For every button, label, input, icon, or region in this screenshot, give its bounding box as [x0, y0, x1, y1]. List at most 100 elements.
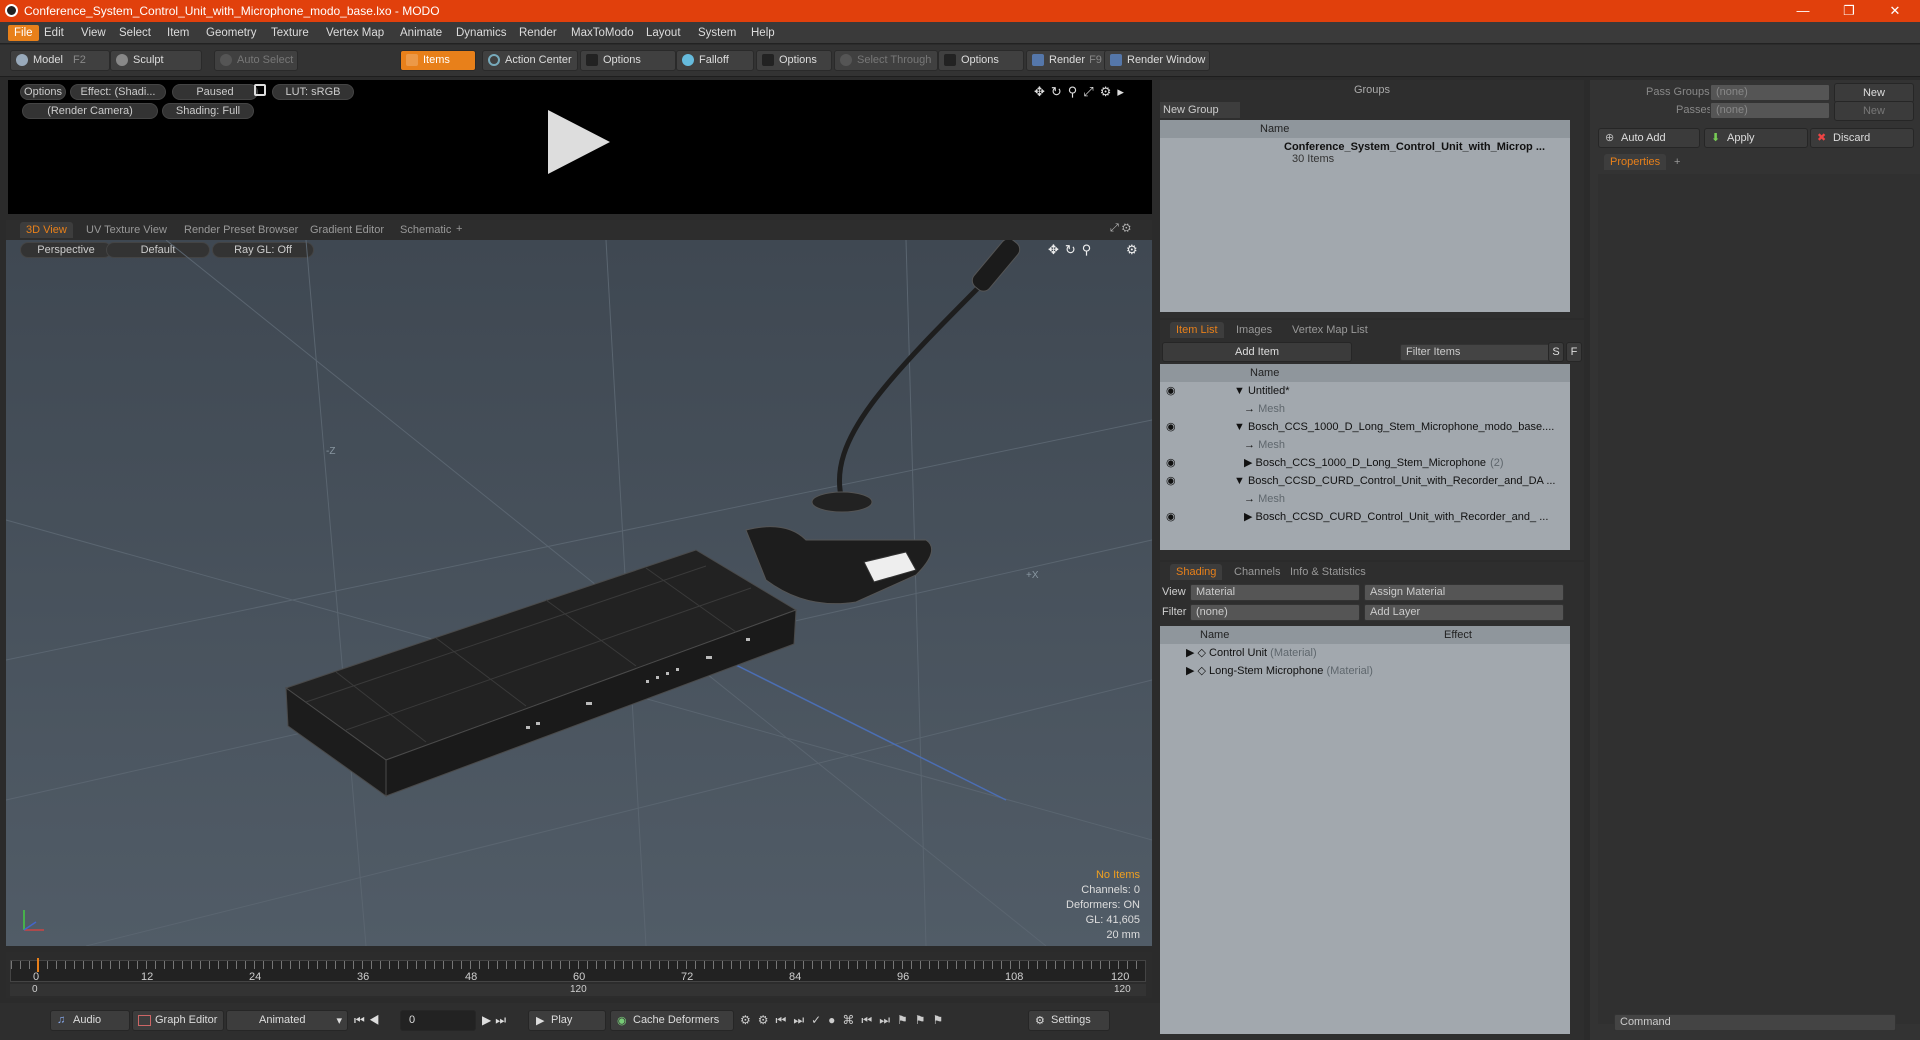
- menu-system[interactable]: System: [692, 25, 742, 41]
- new-pass-group-button[interactable]: New: [1834, 83, 1914, 103]
- action-center-options-button[interactable]: Options: [580, 50, 676, 71]
- visibility-eye-icon[interactable]: ◉: [1166, 418, 1176, 436]
- menu-file[interactable]: File: [8, 25, 39, 41]
- falloff-options-button[interactable]: Options: [756, 50, 832, 71]
- groups-list[interactable]: Name Conference_System_Control_Unit_with…: [1160, 120, 1570, 312]
- expand-right-icon[interactable]: ▶: [1244, 511, 1256, 523]
- menu-render[interactable]: Render: [513, 25, 563, 41]
- select-through-button[interactable]: Select Through: [834, 50, 938, 71]
- play-button[interactable]: ▶ Play: [528, 1010, 606, 1031]
- close-button[interactable]: ✕: [1872, 0, 1918, 22]
- menu-texture[interactable]: Texture: [265, 25, 315, 41]
- paused-button[interactable]: Paused: [172, 84, 258, 100]
- menu-animate[interactable]: Animate: [394, 25, 448, 41]
- tab-channels[interactable]: Channels: [1228, 564, 1286, 580]
- item-row[interactable]: → Mesh: [1160, 490, 1570, 508]
- tab-item-list[interactable]: Item List: [1170, 322, 1224, 338]
- apply-button[interactable]: ⬇ Apply: [1704, 128, 1808, 148]
- lut-dropdown[interactable]: LUT: sRGB: [272, 84, 354, 100]
- shading-dropdown[interactable]: Shading: Full: [162, 103, 254, 119]
- new-group-button[interactable]: New Group: [1160, 102, 1240, 118]
- items-mode-button[interactable]: Items: [400, 50, 476, 71]
- transport-forward-icons[interactable]: ▶⏭: [482, 1013, 510, 1028]
- preview-nav-icons[interactable]: ✥↻⚲⤢⚙▸: [1034, 84, 1130, 100]
- shader-name-column[interactable]: Name: [1200, 626, 1229, 644]
- expand-right-icon[interactable]: →: [1244, 493, 1258, 505]
- minimize-button[interactable]: —: [1780, 0, 1826, 22]
- visibility-eye-icon[interactable]: ◉: [1166, 472, 1176, 490]
- tab-properties[interactable]: Properties: [1604, 154, 1667, 170]
- view-dropdown[interactable]: Material: [1190, 584, 1360, 601]
- maximize-button[interactable]: ❐: [1826, 0, 1872, 22]
- frame-input[interactable]: 0: [400, 1010, 476, 1031]
- shader-tree[interactable]: Name Effect ▶ ◇ Control Unit (Material) …: [1160, 626, 1570, 1034]
- tab-3d-view[interactable]: 3D View: [20, 222, 73, 238]
- expand-down-icon[interactable]: ▼: [1234, 421, 1248, 433]
- playhead[interactable]: [37, 958, 39, 972]
- item-row[interactable]: ◉ ▶ Bosch_CCS_1000_D_Long_Stem_Microphone…: [1160, 454, 1570, 472]
- menu-vertex-map[interactable]: Vertex Map: [320, 25, 390, 41]
- menu-maxtomodo[interactable]: MaxToModo: [565, 25, 640, 41]
- filter-dropdown[interactable]: (none): [1190, 604, 1360, 621]
- range-bar[interactable]: 0 120 120: [10, 984, 1146, 996]
- visibility-eye-icon[interactable]: ◉: [1166, 454, 1176, 472]
- tab-images[interactable]: Images: [1230, 322, 1278, 338]
- add-layer-dropdown[interactable]: Add Layer: [1364, 604, 1564, 621]
- render-preview[interactable]: Options Effect: (Shadi... Paused LUT: sR…: [8, 80, 1152, 214]
- tab-info-statistics[interactable]: Info & Statistics: [1284, 564, 1372, 580]
- menu-view[interactable]: View: [75, 25, 112, 41]
- add-item-button[interactable]: Add Item: [1162, 342, 1352, 362]
- viewport-maximize-icon[interactable]: ⤢ ⚙: [1110, 222, 1131, 235]
- menu-layout[interactable]: Layout: [640, 25, 687, 41]
- shader-row[interactable]: ▶ ◇ Control Unit (Material): [1160, 644, 1570, 662]
- action-center-button[interactable]: Action Center: [482, 50, 578, 71]
- sculpt-mode-button[interactable]: Sculpt: [110, 50, 202, 71]
- expand-down-icon[interactable]: ▼: [1234, 385, 1248, 397]
- expand-right-icon[interactable]: →: [1244, 403, 1258, 415]
- expand-right-icon[interactable]: →: [1244, 439, 1258, 451]
- menu-help[interactable]: Help: [745, 25, 781, 41]
- effect-dropdown[interactable]: Effect: (Shadi...: [70, 84, 166, 100]
- menu-item[interactable]: Item: [161, 25, 195, 41]
- timeline[interactable]: 0 12 24 36 48 60 72 84 96 108 120 0 120 …: [6, 952, 1152, 998]
- new-pass-button[interactable]: New: [1834, 101, 1914, 121]
- visibility-eye-icon[interactable]: ◉: [1166, 508, 1176, 526]
- assign-material-button[interactable]: Assign Material: [1364, 584, 1564, 601]
- auto-select-button[interactable]: Auto Select: [214, 50, 298, 71]
- tab-render-preset-browser[interactable]: Render Preset Browser: [178, 222, 304, 238]
- lock-icon[interactable]: [254, 84, 266, 96]
- item-row[interactable]: ◉ ▼ Bosch_CCSD_CURD_Control_Unit_with_Rec…: [1160, 472, 1570, 490]
- tab-uv-texture-view[interactable]: UV Texture View: [80, 222, 173, 238]
- tab-gradient-editor[interactable]: Gradient Editor: [304, 222, 390, 238]
- tab-schematic[interactable]: Schematic: [394, 222, 457, 238]
- menu-edit[interactable]: Edit: [38, 25, 70, 41]
- discard-button[interactable]: ✖ Discard: [1810, 128, 1914, 148]
- shader-row[interactable]: ▶ ◇ Long-Stem Microphone (Material): [1160, 662, 1570, 680]
- transport-back-icons[interactable]: ⏮◀: [354, 1013, 384, 1028]
- animated-dropdown[interactable]: Animated ▾: [226, 1010, 348, 1031]
- menu-geometry[interactable]: Geometry: [200, 25, 263, 41]
- item-name-column[interactable]: Name: [1160, 364, 1570, 382]
- item-row[interactable]: ◉ ▼ Bosch_CCS_1000_D_Long_Stem_Microphone…: [1160, 418, 1570, 436]
- item-row[interactable]: → Mesh: [1160, 400, 1570, 418]
- menu-select[interactable]: Select: [113, 25, 157, 41]
- falloff-button[interactable]: Falloff: [676, 50, 754, 71]
- tab-shading[interactable]: Shading: [1170, 564, 1223, 580]
- graph-editor-button[interactable]: Graph Editor: [132, 1010, 224, 1031]
- model-mode-button[interactable]: Model F2: [10, 50, 110, 71]
- render-window-button[interactable]: Render Window: [1104, 50, 1210, 71]
- passes-dropdown[interactable]: (none): [1710, 102, 1830, 119]
- filter-items-input[interactable]: Filter Items: [1400, 344, 1560, 361]
- key-tool-icons[interactable]: ⚙⚙⏮⏭✓●⌘⏮⏭⚑⚑⚑: [740, 1013, 950, 1028]
- add-tab-icon[interactable]: +: [456, 223, 462, 235]
- auto-add-button[interactable]: ⊕ Auto Add: [1598, 128, 1700, 148]
- f-button[interactable]: F: [1566, 342, 1582, 362]
- item-row[interactable]: → Mesh: [1160, 436, 1570, 454]
- render-button[interactable]: Render F9: [1026, 50, 1108, 71]
- tab-vertex-map-list[interactable]: Vertex Map List: [1286, 322, 1374, 338]
- expand-right-icon[interactable]: ▶: [1244, 457, 1256, 469]
- add-tab-icon[interactable]: +: [1674, 156, 1680, 168]
- preview-options-button[interactable]: Options: [20, 84, 66, 100]
- visibility-eye-icon[interactable]: ◉: [1166, 382, 1176, 400]
- expand-down-icon[interactable]: ▼: [1234, 475, 1248, 487]
